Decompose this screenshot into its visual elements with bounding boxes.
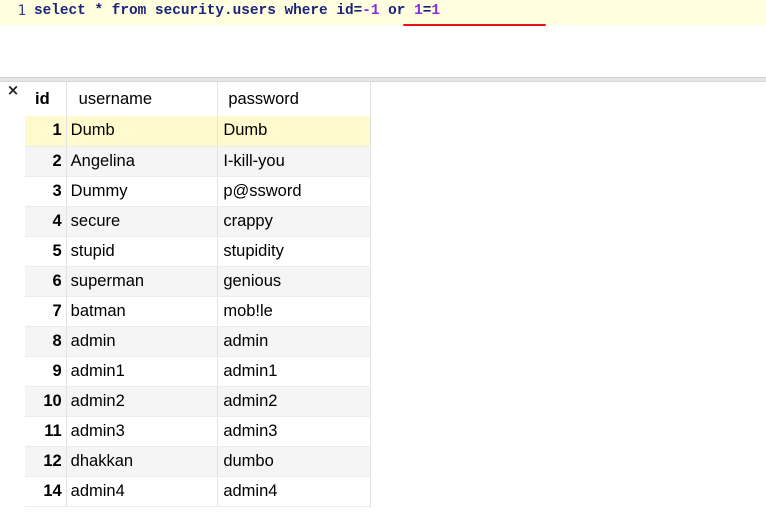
cell-id[interactable]: 8 [25,326,67,357]
table-row[interactable]: 7 batman mob!le [25,296,371,327]
table-row[interactable]: 2 Angelina I-kill-you [25,146,371,177]
cell-id[interactable]: 10 [25,386,67,417]
cell-username[interactable]: stupid [66,236,219,267]
table-row[interactable]: 11 admin3 admin3 [25,416,371,447]
column-header-password[interactable]: password [217,82,371,116]
cell-password[interactable]: genious [217,266,371,297]
cell-password[interactable]: I-kill-you [217,146,371,177]
table-name: security.users [146,3,285,19]
table-row[interactable]: 12 dhakkan dumbo [25,446,371,477]
cell-username[interactable]: admin [66,326,219,357]
table-row[interactable]: 6 superman genious [25,266,371,297]
cell-id[interactable]: 2 [25,146,67,177]
table-row[interactable]: 5 stupid stupidity [25,236,371,267]
cell-username[interactable]: admin4 [66,476,219,507]
condition-field: id= [336,3,363,19]
cell-id[interactable]: 1 [25,116,67,147]
cell-id[interactable]: 4 [25,206,67,237]
cell-id[interactable]: 3 [25,176,67,207]
table-row[interactable]: 3 Dummy p@ssword [25,176,371,207]
cell-username[interactable]: Dummy [66,176,219,207]
cell-password[interactable]: admin4 [217,476,371,507]
cell-password[interactable]: Dumb [217,116,371,147]
column-header-id[interactable]: id [25,82,67,116]
cell-username[interactable]: dhakkan [66,446,219,477]
cell-id[interactable]: 14 [25,476,67,507]
cell-password[interactable]: crappy [217,206,371,237]
red-underline-annotation [403,24,546,26]
keyword-select: select [34,3,86,19]
table-row[interactable]: 10 admin2 admin2 [25,386,371,417]
cell-password[interactable]: admin2 [217,386,371,417]
cell-password[interactable]: admin1 [217,356,371,387]
cell-password[interactable]: admin [217,326,371,357]
table-row[interactable]: 14 admin4 admin4 [25,476,371,507]
cell-username[interactable]: Dumb [66,116,219,147]
keyword-where: where [284,3,328,19]
cell-password[interactable]: dumbo [217,446,371,477]
table-row[interactable]: 8 admin admin [25,326,371,357]
condition-right: 1 [431,3,440,19]
cell-password[interactable]: admin3 [217,416,371,447]
sql-query[interactable]: select * from security.users where id=-1… [34,3,440,19]
cell-username[interactable]: batman [66,296,219,327]
cell-id[interactable]: 6 [25,266,67,297]
keyword-from: from [111,3,147,19]
cell-username[interactable]: Angelina [66,146,219,177]
cell-id[interactable]: 11 [25,416,67,447]
close-icon[interactable]: × [5,82,21,98]
cell-username[interactable]: admin3 [66,416,219,447]
cell-password[interactable]: p@ssword [217,176,371,207]
table-row[interactable]: 9 admin1 admin1 [25,356,371,387]
cell-password[interactable]: stupidity [217,236,371,267]
cell-username[interactable]: admin1 [66,356,219,387]
token-star: * [85,3,112,19]
header-row: id username password [25,82,371,116]
table-row[interactable]: 1 Dumb Dumb [25,116,371,147]
condition-value: -1 [362,3,380,19]
table-row[interactable]: 4 secure crappy [25,206,371,237]
cell-username[interactable]: secure [66,206,219,237]
results-grid: id username password 1 Dumb Dumb 2 Angel… [25,82,371,507]
cell-username[interactable]: admin2 [66,386,219,417]
cell-username[interactable]: superman [66,266,219,297]
cell-password[interactable]: mob!le [217,296,371,327]
sql-editor[interactable]: 1 select * from security.users where id=… [0,0,766,77]
results-panel: × id username password 1 Dumb Dumb 2 Ang… [0,82,766,520]
cell-id[interactable]: 12 [25,446,67,477]
cell-id[interactable]: 9 [25,356,67,387]
keyword-or: or [379,3,415,19]
line-number: 1 [17,3,26,19]
cell-id[interactable]: 5 [25,236,67,267]
column-header-username[interactable]: username [66,82,219,116]
cell-id[interactable]: 7 [25,296,67,327]
condition-left: 1 [414,3,423,19]
